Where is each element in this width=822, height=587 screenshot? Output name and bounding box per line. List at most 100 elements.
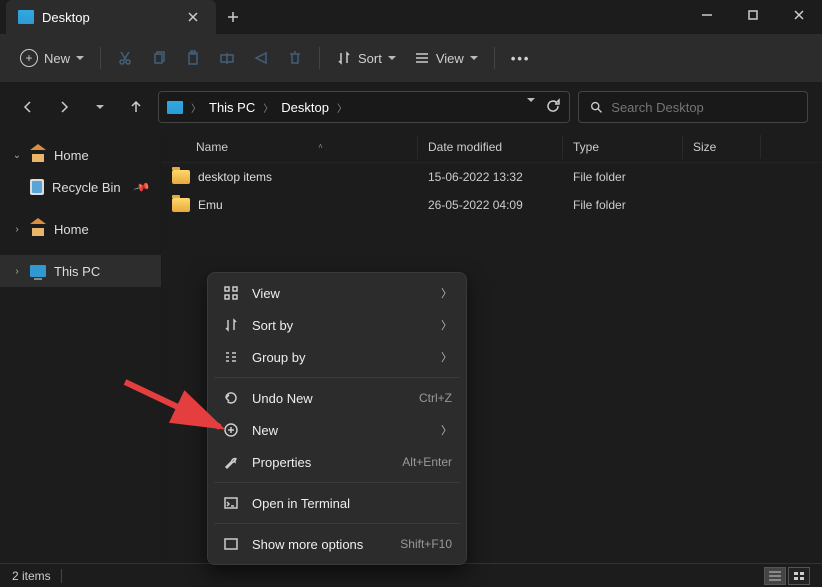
- item-count: 2 items: [12, 569, 51, 583]
- chevron-right-icon: ›: [12, 266, 22, 277]
- table-row[interactable]: desktop items 15-06-2022 13:32 File fold…: [162, 163, 822, 191]
- back-button[interactable]: [14, 93, 42, 121]
- ctx-show-more[interactable]: Show more options Shift+F10: [212, 528, 462, 560]
- sort-menu-button[interactable]: Sort: [328, 42, 404, 74]
- sidebar-item-label: Home: [54, 222, 89, 237]
- address-dropdown-button[interactable]: [527, 98, 535, 117]
- minimize-button[interactable]: [684, 0, 730, 30]
- share-button[interactable]: [245, 42, 277, 74]
- chevron-down-icon: [527, 98, 535, 102]
- ctx-label: View: [252, 286, 280, 301]
- column-headers: Name ˄ Date modified Type Size: [162, 131, 822, 163]
- sidebar-item-recycle-bin[interactable]: Recycle Bin 📌: [0, 171, 161, 203]
- new-menu-button[interactable]: + New: [12, 42, 92, 74]
- ctx-sort-by[interactable]: Sort by 〉: [212, 309, 462, 341]
- paste-button[interactable]: [177, 42, 209, 74]
- sidebar-item-home[interactable]: ⌄ Home: [0, 139, 161, 171]
- menu-separator: [214, 523, 460, 524]
- navigation-pane: ⌄ Home Recycle Bin 📌 › Home › This PC: [0, 131, 162, 563]
- folder-icon: [172, 170, 190, 184]
- ctx-shortcut: Ctrl+Z: [419, 391, 452, 405]
- pc-icon: [30, 265, 46, 277]
- separator: [61, 569, 62, 583]
- home-icon: [30, 148, 46, 162]
- address-bar[interactable]: 〉 This PC 〉 Desktop 〉: [158, 91, 570, 123]
- home-icon: [30, 222, 46, 236]
- forward-button[interactable]: [50, 93, 78, 121]
- sort-label: Sort: [358, 51, 382, 66]
- toolbar: + New Sort View •••: [0, 34, 822, 83]
- new-tab-button[interactable]: [216, 0, 250, 34]
- maximize-button[interactable]: [730, 0, 776, 30]
- plus-circle-icon: [222, 421, 240, 439]
- menu-separator: [214, 482, 460, 483]
- refresh-button[interactable]: [545, 98, 561, 117]
- separator: [494, 47, 495, 69]
- copy-button[interactable]: [143, 42, 175, 74]
- ctx-label: Open in Terminal: [252, 496, 350, 511]
- chevron-right-icon: 〉: [337, 100, 347, 115]
- table-row[interactable]: Emu 26-05-2022 04:09 File folder: [162, 191, 822, 219]
- delete-button[interactable]: [279, 42, 311, 74]
- active-tab[interactable]: Desktop: [6, 0, 216, 34]
- column-header-type[interactable]: Type: [563, 135, 683, 159]
- breadcrumb[interactable]: Desktop: [281, 100, 329, 115]
- more-options-button[interactable]: •••: [503, 42, 539, 74]
- file-date: 26-05-2022 04:09: [418, 198, 563, 212]
- new-label: New: [44, 51, 70, 66]
- ctx-open-terminal[interactable]: Open in Terminal: [212, 487, 462, 519]
- column-header-date[interactable]: Date modified: [418, 135, 563, 159]
- ctx-label: Show more options: [252, 537, 363, 552]
- column-label: Date modified: [428, 140, 502, 154]
- search-icon: [589, 99, 603, 115]
- chevron-right-icon: ›: [12, 224, 22, 235]
- file-date: 15-06-2022 13:32: [418, 170, 563, 184]
- chevron-right-icon: 〉: [441, 422, 452, 438]
- ctx-label: Properties: [252, 455, 311, 470]
- sidebar-item-label: Recycle Bin: [52, 180, 121, 195]
- title-bar: Desktop: [0, 0, 822, 34]
- breadcrumb[interactable]: This PC: [209, 100, 255, 115]
- terminal-icon: [222, 494, 240, 512]
- chevron-right-icon: 〉: [441, 317, 452, 333]
- sidebar-item-this-pc[interactable]: › This PC: [0, 255, 161, 287]
- cut-button[interactable]: [109, 42, 141, 74]
- close-window-button[interactable]: [776, 0, 822, 30]
- column-header-name[interactable]: Name ˄: [162, 135, 418, 159]
- undo-icon: [222, 389, 240, 407]
- location-icon: [167, 101, 183, 114]
- column-header-size[interactable]: Size: [683, 135, 761, 159]
- ctx-label: Sort by: [252, 318, 293, 333]
- recent-locations-button[interactable]: [86, 93, 114, 121]
- search-box[interactable]: [578, 91, 808, 123]
- icons-view-button[interactable]: [788, 567, 810, 585]
- context-menu: View 〉 Sort by 〉 Group by 〉 Undo New Ctr…: [207, 272, 467, 565]
- ctx-undo[interactable]: Undo New Ctrl+Z: [212, 382, 462, 414]
- group-icon: [222, 348, 240, 366]
- file-rows[interactable]: desktop items 15-06-2022 13:32 File fold…: [162, 163, 822, 219]
- separator: [100, 47, 101, 69]
- search-input[interactable]: [611, 100, 797, 115]
- view-menu-button[interactable]: View: [406, 42, 486, 74]
- details-view-button[interactable]: [764, 567, 786, 585]
- ctx-properties[interactable]: Properties Alt+Enter: [212, 446, 462, 478]
- sort-asc-icon: ˄: [318, 142, 323, 151]
- separator: [319, 47, 320, 69]
- ctx-shortcut: Shift+F10: [400, 537, 452, 551]
- column-label: Size: [693, 140, 716, 154]
- ctx-new[interactable]: New 〉: [212, 414, 462, 446]
- view-grid-icon: [222, 284, 240, 302]
- menu-separator: [214, 377, 460, 378]
- ctx-view[interactable]: View 〉: [212, 277, 462, 309]
- ctx-label: Group by: [252, 350, 305, 365]
- chevron-down-icon: [470, 56, 478, 60]
- up-button[interactable]: [122, 93, 150, 121]
- ctx-group-by[interactable]: Group by 〉: [212, 341, 462, 373]
- chevron-down-icon: [96, 105, 104, 109]
- sidebar-item-home[interactable]: › Home: [0, 213, 161, 245]
- spacer: [0, 203, 161, 213]
- close-tab-button[interactable]: [182, 6, 204, 28]
- tab-folder-icon: [18, 10, 34, 24]
- sidebar-item-label: This PC: [54, 264, 100, 279]
- rename-button[interactable]: [211, 42, 243, 74]
